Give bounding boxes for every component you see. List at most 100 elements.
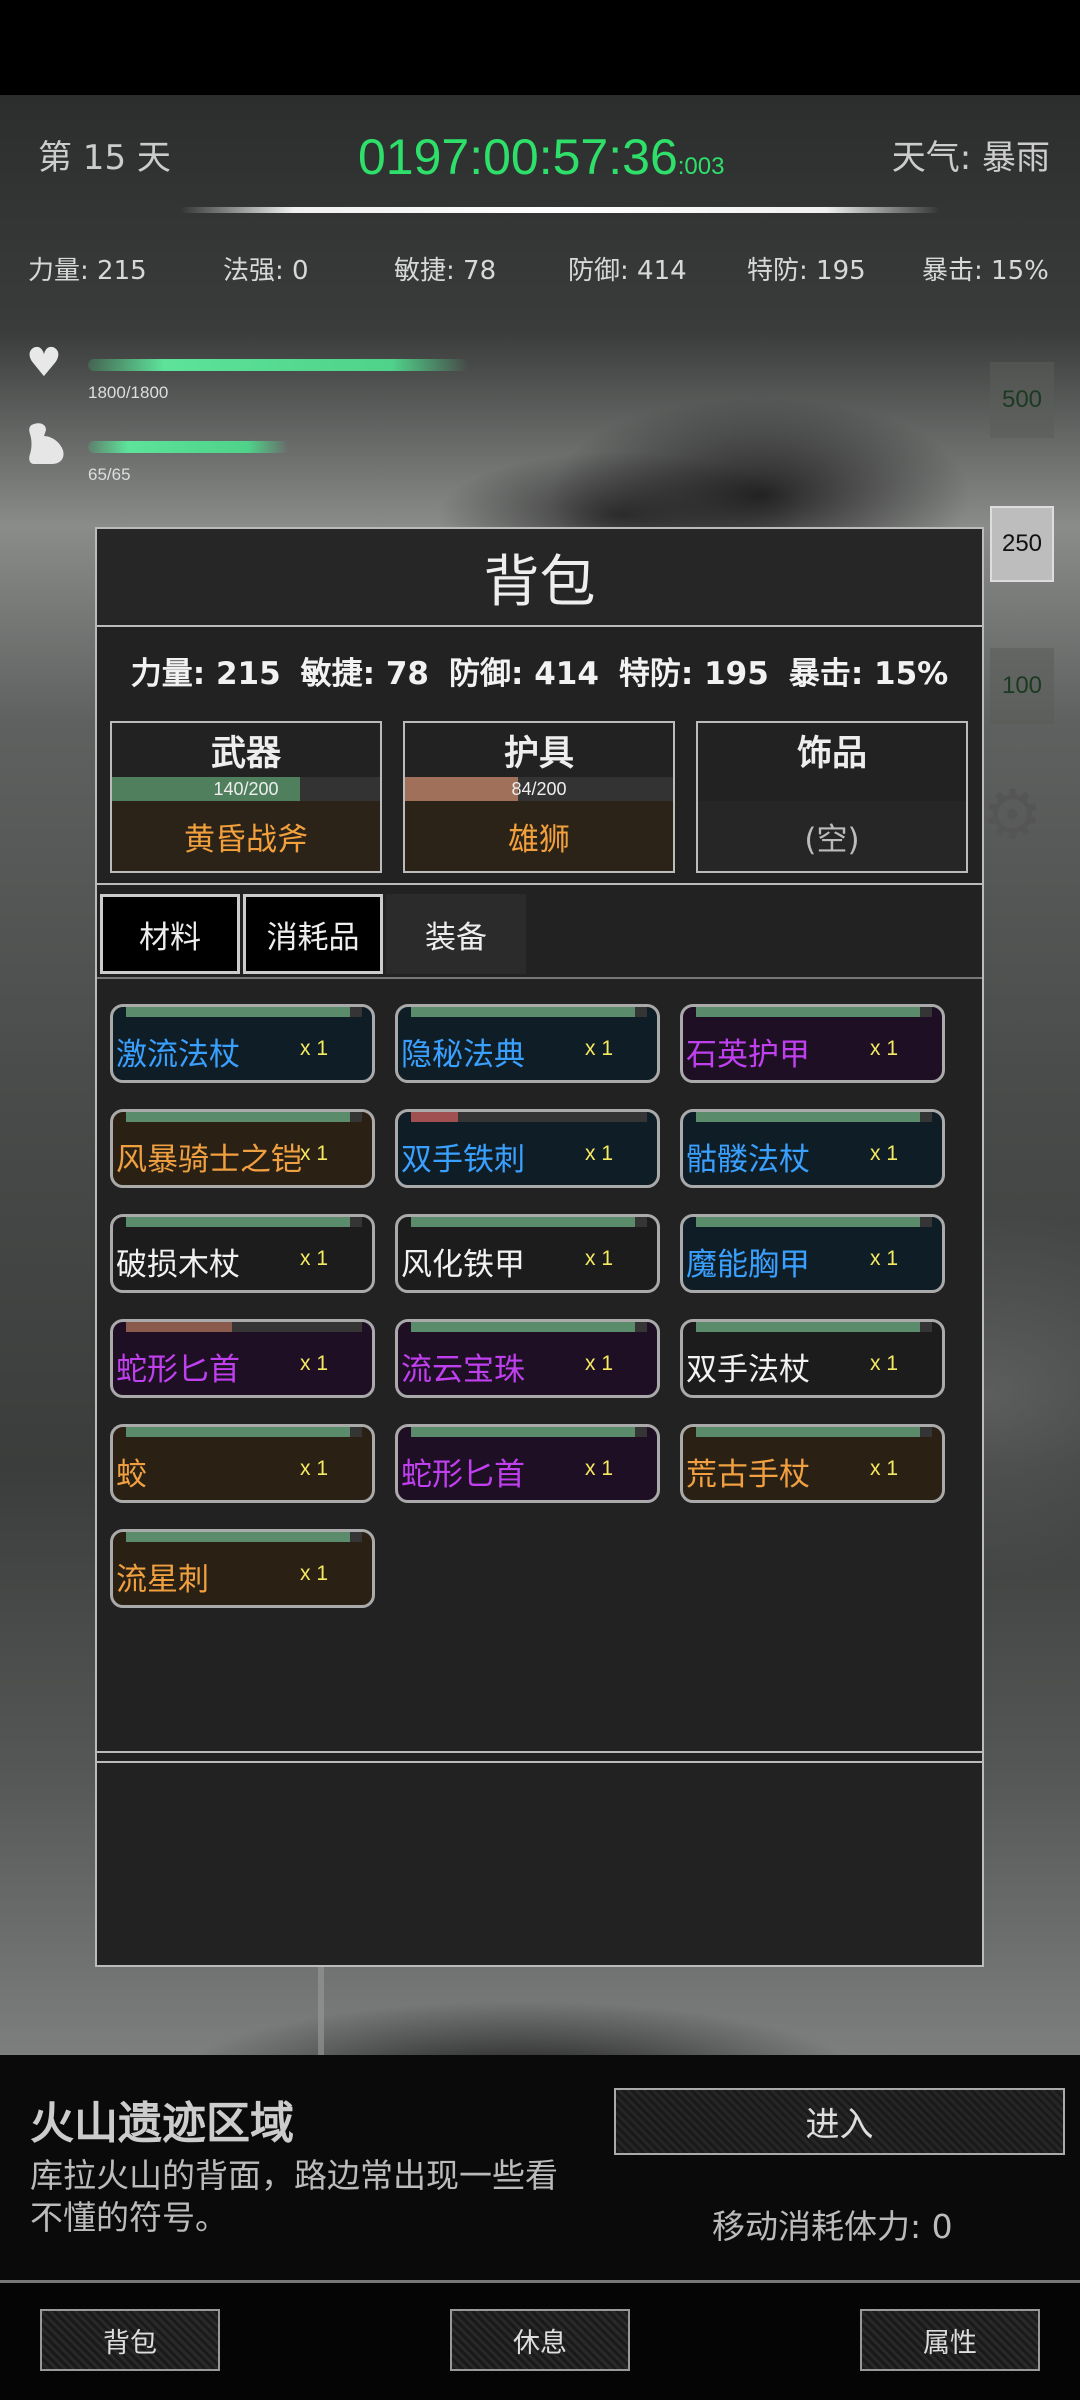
tabs-divider (97, 977, 982, 979)
timer-milliseconds: :003 (677, 153, 725, 180)
item-durability-bar (411, 1322, 647, 1332)
inventory-panel: 背包 力量: 215 敏捷: 78 防御: 414 特防: 195 暴击: 15… (95, 527, 984, 1967)
item-count: x 1 (300, 1247, 329, 1270)
stat-crit: 暴击: 15% (922, 256, 1049, 286)
item-name: 蛇形匕首 (116, 1352, 240, 1388)
top-stats-row: 力量: 215 法强: 0 敏捷: 78 防御: 414 特防: 195 暴击:… (0, 250, 1080, 290)
item-name: 荒古手杖 (686, 1457, 810, 1493)
inventory-item[interactable]: 蛇形匕首 x 1 (110, 1319, 375, 1398)
inventory-item[interactable]: 流星刺 x 1 (110, 1529, 375, 1608)
tab-materials[interactable]: 材料 (100, 894, 240, 974)
item-durability-fill (126, 1532, 351, 1542)
tab-consumables[interactable]: 消耗品 (243, 894, 383, 974)
equipped-item-name: (空) (698, 801, 966, 871)
zone-description: 库拉火山的背面，路边常出现一些看不懂的符号。 (30, 2156, 558, 2237)
item-name: 蛟 (116, 1457, 147, 1493)
chip-250[interactable]: 250 (990, 506, 1054, 582)
inventory-item[interactable]: 隐秘法典 x 1 (395, 1004, 660, 1083)
item-count: x 1 (870, 1352, 899, 1375)
item-name: 双手法杖 (686, 1352, 810, 1388)
chip-100[interactable]: 100 (990, 648, 1054, 724)
nav-attributes-button[interactable]: 属性 (860, 2309, 1040, 2371)
weather-label: 天气: 暴雨 (891, 138, 1050, 178)
item-durability-fill (696, 1007, 921, 1017)
inventory-item[interactable]: 蛟 x 1 (110, 1424, 375, 1503)
item-durability-fill (696, 1427, 921, 1437)
item-count: x 1 (870, 1247, 899, 1270)
inventory-item[interactable]: 双手铁刺 x 1 (395, 1109, 660, 1188)
enter-button[interactable]: 进入 (614, 2088, 1065, 2155)
item-durability-bar (411, 1007, 647, 1017)
equipped-item-name: 黄昏战斧 (112, 801, 380, 871)
item-name: 流云宝珠 (401, 1352, 525, 1388)
stamina-text: 65/65 (88, 465, 131, 484)
nav-backpack-button[interactable]: 背包 (40, 2309, 220, 2371)
item-durability-bar (696, 1007, 932, 1017)
game-timer: 0197:00:57:36:003 (358, 128, 724, 186)
panel-stats: 力量: 215 敏捷: 78 防御: 414 特防: 195 暴击: 15% (97, 629, 982, 711)
item-name: 风暴骑士之铠 (116, 1142, 302, 1178)
item-count: x 1 (585, 1142, 614, 1165)
chip-500[interactable]: 500 (990, 362, 1054, 438)
item-count: x 1 (870, 1457, 899, 1480)
item-durability-fill (696, 1322, 921, 1332)
item-durability-bar (696, 1217, 932, 1227)
item-durability-bar (126, 1532, 362, 1542)
item-durability-bar (126, 1427, 362, 1437)
inventory-item[interactable]: 石英护甲 x 1 (680, 1004, 945, 1083)
inventory-item[interactable]: 激流法杖 x 1 (110, 1004, 375, 1083)
weapon-slot[interactable]: 武器 140/200 黄昏战斧 (110, 721, 382, 873)
item-durability-fill (696, 1217, 921, 1227)
item-durability-bar (411, 1112, 647, 1122)
item-durability-fill (411, 1217, 636, 1227)
nav-rest-button[interactable]: 休息 (450, 2309, 630, 2371)
accessory-slot[interactable]: 饰品 (空) (696, 721, 968, 873)
inventory-item[interactable]: 风化铁甲 x 1 (395, 1214, 660, 1293)
panel-stat-defense: 防御: 414 (449, 655, 599, 692)
durability-text: 84/200 (511, 779, 567, 799)
item-durability-fill (411, 1112, 459, 1122)
slot-label: 护具 (405, 723, 673, 777)
item-count: x 1 (585, 1352, 614, 1375)
item-name: 双手铁刺 (401, 1142, 525, 1178)
inventory-item[interactable]: 蛇形匕首 x 1 (395, 1424, 660, 1503)
item-name: 蛇形匕首 (401, 1457, 525, 1493)
item-name: 魔能胸甲 (686, 1247, 810, 1283)
item-durability-bar (411, 1217, 647, 1227)
description-divider (97, 1751, 982, 1753)
item-durability-fill (126, 1112, 351, 1122)
item-count: x 1 (300, 1142, 329, 1165)
stat-defense: 防御: 414 (568, 256, 687, 286)
stat-magic: 法强: 0 (223, 256, 309, 286)
item-count: x 1 (870, 1142, 899, 1165)
gear-icon[interactable]: ⚙ (982, 782, 1043, 850)
panel-stat-crit: 暴击: 15% (788, 655, 949, 692)
status-bar (0, 0, 1080, 95)
panel-stat-agility: 敏捷: 78 (300, 655, 430, 692)
inventory-item[interactable]: 荒古手杖 x 1 (680, 1424, 945, 1503)
item-durability-bar (126, 1322, 362, 1332)
durability-bar: 140/200 (112, 777, 380, 801)
move-cost-label: 移动消耗体力: 0 (712, 2207, 953, 2246)
item-durability-fill (126, 1322, 233, 1332)
inventory-item[interactable]: 骷髅法杖 x 1 (680, 1109, 945, 1188)
item-name: 石英护甲 (686, 1037, 810, 1073)
item-name: 激流法杖 (116, 1037, 240, 1073)
brush-divider (180, 207, 940, 213)
item-durability-bar (696, 1322, 932, 1332)
inventory-item[interactable]: 风暴骑士之铠 x 1 (110, 1109, 375, 1188)
stamina-bar (88, 441, 288, 453)
tab-equipment[interactable]: 装备 (386, 894, 526, 974)
item-durability-fill (126, 1217, 351, 1227)
item-durability-bar (126, 1217, 362, 1227)
armor-slot[interactable]: 护具 84/200 雄狮 (403, 721, 675, 873)
timer-main: 0197:00:57:36 (358, 129, 678, 185)
inventory-item[interactable]: 破损木杖 x 1 (110, 1214, 375, 1293)
inventory-item[interactable]: 流云宝珠 x 1 (395, 1319, 660, 1398)
item-durability-bar (696, 1112, 932, 1122)
inventory-item[interactable]: 双手法杖 x 1 (680, 1319, 945, 1398)
item-name: 隐秘法典 (401, 1037, 525, 1073)
inventory-item[interactable]: 魔能胸甲 x 1 (680, 1214, 945, 1293)
stat-strength: 力量: 215 (28, 256, 147, 286)
item-durability-fill (696, 1112, 921, 1122)
